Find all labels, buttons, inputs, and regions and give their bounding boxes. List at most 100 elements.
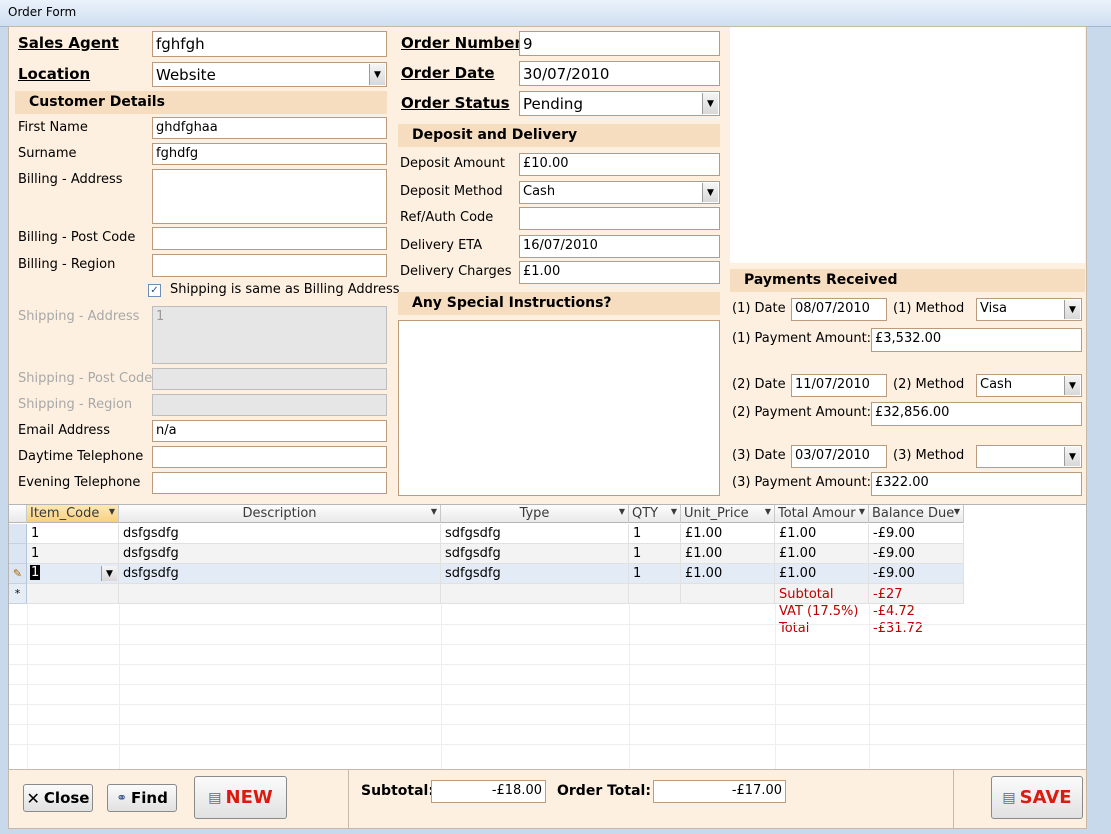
delivery-eta-label: Delivery ETA — [400, 238, 483, 253]
delivery-charges-field[interactable]: £1.00 — [519, 261, 720, 284]
chevron-down-icon[interactable]: ▼ — [702, 183, 718, 202]
payment-1-date-field[interactable]: 08/07/2010 — [791, 298, 887, 321]
new-record-marker[interactable]: * — [9, 584, 27, 604]
footer-subtotal-label: Subtotal: — [361, 783, 434, 799]
special-instructions-header: Any Special Instructions? — [398, 292, 720, 315]
sales-agent-label: Sales Agent — [18, 34, 119, 52]
table-cell[interactable]: sdfgsdfg — [441, 544, 629, 564]
order-status-value: Pending — [523, 95, 583, 113]
email-label: Email Address — [18, 423, 110, 438]
ref-auth-field[interactable] — [519, 207, 720, 230]
deposit-amount-field[interactable]: £10.00 — [519, 153, 720, 176]
table-cell[interactable]: dsfgsdfg — [119, 524, 441, 544]
payment-2-method-select[interactable]: Cash ▼ — [976, 374, 1082, 397]
payment-1-amount-field[interactable]: £3,532.00 — [871, 328, 1082, 352]
table-cell[interactable]: £1.00 — [681, 564, 775, 584]
chevron-down-icon[interactable]: ▼ — [101, 566, 117, 581]
edit-pencil-icon[interactable]: ✎ — [9, 564, 27, 584]
column-header-qty[interactable]: QTY ▼ — [629, 505, 681, 523]
sales-agent-field[interactable]: fghfgh — [152, 31, 387, 57]
table-cell[interactable]: £1.00 — [681, 544, 775, 564]
row-selector[interactable] — [9, 544, 27, 564]
order-date-field[interactable]: 30/07/2010 — [519, 61, 720, 86]
delivery-eta-field[interactable]: 16/07/2010 — [519, 235, 720, 258]
order-total-field[interactable]: -£17.00 — [653, 780, 786, 803]
table-cell[interactable] — [27, 584, 119, 604]
location-select[interactable]: Website ▼ — [152, 62, 387, 87]
grid-line — [629, 604, 630, 770]
row-selector[interactable] — [9, 524, 27, 544]
column-header-unit-price[interactable]: Unit_Price ▼ — [681, 505, 775, 523]
billing-region-field[interactable] — [152, 254, 387, 277]
column-header-type[interactable]: Type ▼ — [441, 505, 629, 523]
evening-telephone-field[interactable] — [152, 472, 387, 494]
order-number-field[interactable]: 9 — [519, 31, 720, 56]
table-cell[interactable] — [629, 584, 681, 604]
table-cell[interactable]: -£9.00 — [869, 544, 964, 564]
billing-address-field[interactable] — [152, 169, 387, 224]
table-cell[interactable] — [681, 584, 775, 604]
column-header-balance-due[interactable]: Balance Due ▼ — [869, 505, 964, 523]
chevron-down-icon[interactable]: ▼ — [1064, 447, 1080, 466]
table-cell[interactable]: 1 — [629, 544, 681, 564]
grid-line — [441, 604, 442, 770]
order-date-label: Order Date — [401, 64, 495, 82]
shipping-same-checkbox[interactable]: ✓ — [148, 284, 161, 297]
table-cell[interactable]: sdfgsdfg — [441, 524, 629, 544]
table-cell[interactable] — [119, 584, 441, 604]
payment-2-amount-field[interactable]: £32,856.00 — [871, 402, 1082, 426]
grid-line — [9, 684, 1086, 685]
select-all-corner[interactable] — [9, 505, 27, 523]
billing-region-label: Billing - Region — [18, 257, 116, 272]
table-cell[interactable]: 1 — [629, 524, 681, 544]
chevron-down-icon[interactable]: ▼ — [1064, 376, 1080, 395]
table-cell[interactable]: dsfgsdfg — [119, 544, 441, 564]
new-button[interactable]: ▤ NEW — [194, 776, 287, 819]
first-name-field[interactable]: ghdfghaa — [152, 117, 387, 139]
ref-auth-label: Ref/Auth Code — [400, 210, 494, 225]
email-field[interactable]: n/a — [152, 420, 387, 442]
table-cell[interactable]: £1.00 — [681, 524, 775, 544]
chevron-down-icon[interactable]: ▼ — [369, 64, 385, 85]
close-button[interactable]: ✕ Close — [23, 784, 93, 812]
table-cell[interactable]: £1.00 — [775, 544, 869, 564]
close-icon: ✕ — [26, 788, 40, 808]
table-cell[interactable]: sdfgsdfg — [441, 564, 629, 584]
table-cell[interactable]: 1 — [27, 524, 119, 544]
payment-2-date-label: (2) Date — [732, 377, 786, 392]
grid-line — [775, 604, 776, 770]
daytime-telephone-field[interactable] — [152, 446, 387, 468]
payment-3-method-select[interactable]: ▼ — [976, 445, 1082, 468]
grid-vat-label: VAT (17.5%) — [779, 604, 859, 619]
table-cell[interactable]: £1.00 — [775, 524, 869, 544]
payment-2-date-field[interactable]: 11/07/2010 — [791, 374, 887, 397]
table-cell[interactable]: -£9.00 — [869, 564, 964, 584]
billing-postcode-field[interactable] — [152, 227, 387, 250]
surname-field[interactable]: fghdfg — [152, 143, 387, 165]
column-header-item-code[interactable]: Item_Code ▼ — [27, 505, 119, 523]
shipping-address-label: Shipping - Address — [18, 309, 140, 324]
deposit-method-select[interactable]: Cash ▼ — [519, 181, 720, 204]
column-header-description[interactable]: Description ▼ — [119, 505, 441, 523]
table-cell[interactable]: 1 — [27, 544, 119, 564]
picture-area — [730, 27, 1085, 263]
chevron-down-icon[interactable]: ▼ — [702, 93, 718, 114]
table-cell[interactable]: -£9.00 — [869, 524, 964, 544]
payment-3-date-field[interactable]: 03/07/2010 — [791, 445, 887, 468]
column-header-total-amount[interactable]: Total Amour ▼ — [775, 505, 869, 523]
special-instructions-field[interactable] — [398, 320, 720, 496]
table-cell[interactable]: £1.00 — [775, 564, 869, 584]
item-code-combo[interactable]: 1 ▼ — [27, 564, 119, 584]
payment-3-amount-field[interactable]: £322.00 — [871, 472, 1082, 496]
grid-subtotal-label: Subtotal — [775, 584, 869, 604]
table-cell[interactable]: 1 — [629, 564, 681, 584]
find-button[interactable]: ⚭ Find — [107, 784, 177, 812]
shipping-address-field: 1 — [152, 306, 387, 364]
order-status-select[interactable]: Pending ▼ — [519, 91, 720, 116]
table-cell[interactable] — [441, 584, 629, 604]
table-cell[interactable]: dsfgsdfg — [119, 564, 441, 584]
footer-subtotal-field[interactable]: -£18.00 — [431, 780, 546, 803]
save-button[interactable]: ▤ SAVE — [991, 776, 1083, 819]
chevron-down-icon[interactable]: ▼ — [1064, 300, 1080, 319]
payment-1-method-select[interactable]: Visa ▼ — [976, 298, 1082, 321]
